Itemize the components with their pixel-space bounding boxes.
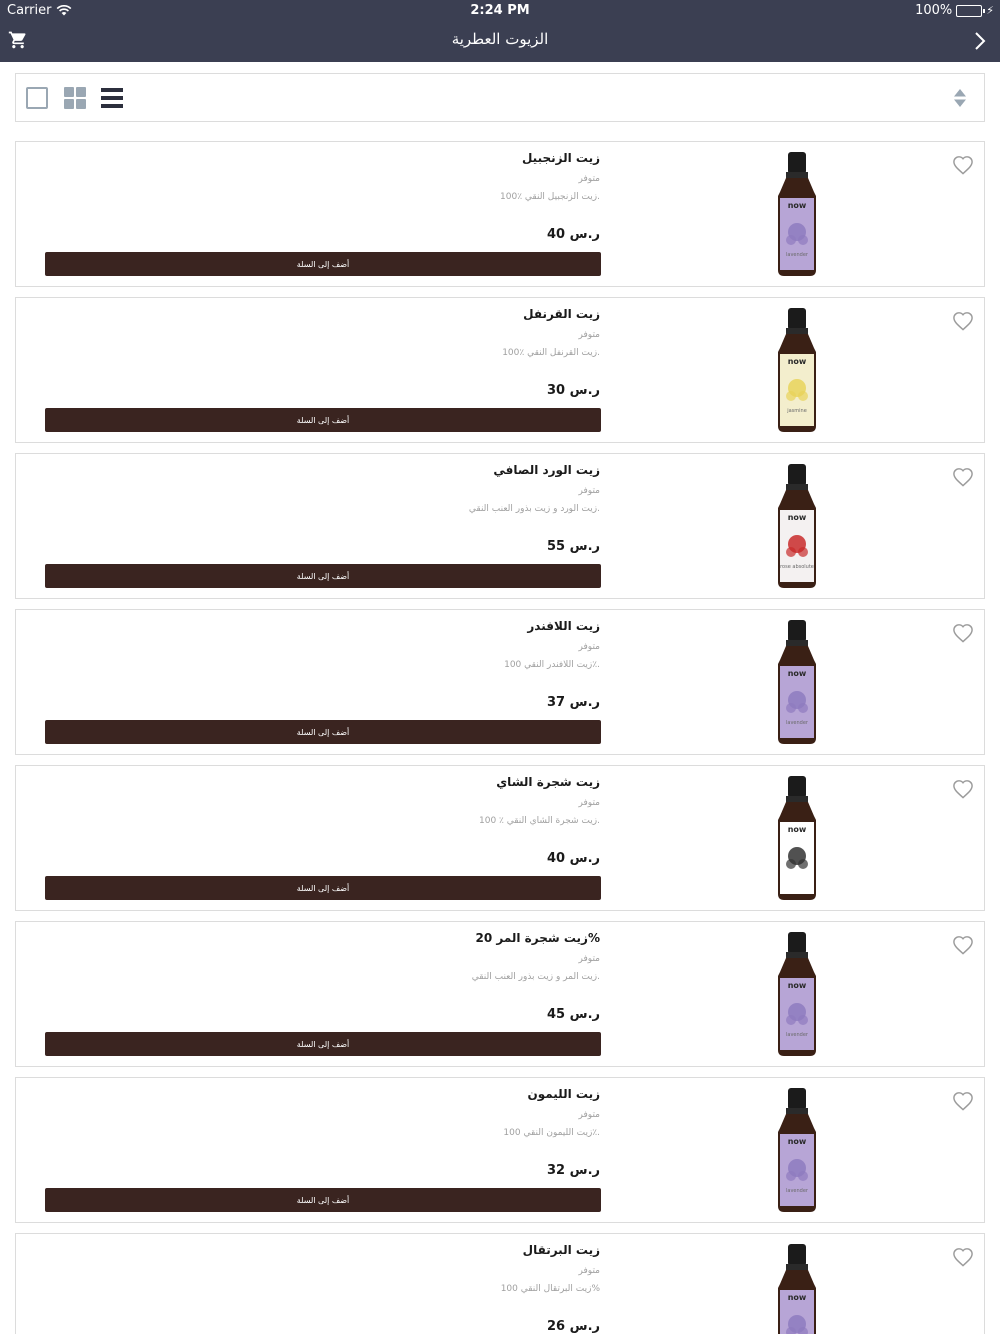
clock: 2:24 PM <box>470 3 530 18</box>
product-price: 40 ر.س <box>547 227 600 242</box>
heart-icon[interactable] <box>952 623 974 643</box>
app-screen: Carrier 2:24 PM 100% ⚡ الزيوت العطرية زي… <box>0 0 1000 1334</box>
single-view-icon[interactable] <box>26 87 48 109</box>
product-price: 32 ر.س <box>547 1163 600 1178</box>
product-card[interactable]: زيت الزنجبيل متوفر 100٪ زيت الزنجبيل النقي… <box>15 141 985 287</box>
stock-status: متوفر <box>578 1110 600 1120</box>
page-title: الزيوت العطرية <box>451 30 549 48</box>
product-card[interactable]: زيت الليمون متوفر زيت الليمون النقي 100٪. 3… <box>15 1077 985 1223</box>
charging-bolt-icon: ⚡ <box>986 4 994 17</box>
product-image[interactable]: now lavender <box>774 152 820 278</box>
battery-percent: 100% <box>915 3 953 18</box>
product-card[interactable]: زيت شجرة المر 20% متوفر زيت المر و زيت بذو… <box>15 921 985 1067</box>
svg-text:now: now <box>788 825 807 834</box>
product-description: 100 ٪ زيت شجرة الشاي النقي. <box>479 816 600 826</box>
add-to-cart-button[interactable]: أضف إلى السلة <box>45 564 601 588</box>
add-to-cart-button[interactable]: أضف إلى السلة <box>45 1032 601 1056</box>
product-card[interactable]: زيت الورد الصافي متوفر زيت الورد و زيت بذو… <box>15 453 985 599</box>
battery-icon <box>956 4 986 17</box>
svg-text:now: now <box>788 981 807 990</box>
product-image[interactable]: now lavender <box>774 620 820 746</box>
product-image[interactable]: now lavender <box>774 932 820 1058</box>
bottle-label-text: lavender <box>786 720 809 726</box>
svg-text:now: now <box>788 669 807 678</box>
product-title[interactable]: زيت اللافندر <box>527 619 600 633</box>
battery: 100% ⚡ <box>915 3 994 18</box>
chevron-right-icon[interactable] <box>973 31 987 51</box>
add-to-cart-button[interactable]: أضف إلى السلة <box>45 408 601 432</box>
heart-icon[interactable] <box>952 467 974 487</box>
product-title[interactable]: زيت القرنفل <box>523 307 600 321</box>
heart-icon[interactable] <box>952 1247 974 1267</box>
product-card[interactable]: زيت البرتقال متوفر زيت البرتقال النقي 100%… <box>15 1233 985 1334</box>
bottle-label-text: lavender <box>786 1032 809 1038</box>
bottle-label-text: lavender <box>786 252 809 258</box>
product-card[interactable]: زيت شجرة الشاي متوفر 100 ٪ زيت شجرة الشاي … <box>15 765 985 911</box>
product-price: 26 ر.س <box>547 1319 600 1334</box>
product-price: 37 ر.س <box>547 695 600 710</box>
product-description: زيت الورد و زيت بذور العنب النقي. <box>468 504 600 514</box>
product-title[interactable]: زيت الليمون <box>527 1087 600 1101</box>
status-bar: Carrier 2:24 PM 100% ⚡ <box>0 0 1000 20</box>
product-description: زيت الليمون النقي 100٪. <box>503 1128 600 1138</box>
svg-text:now: now <box>788 1137 807 1146</box>
sort-icon[interactable] <box>953 88 967 108</box>
add-to-cart-button[interactable]: أضف إلى السلة <box>45 1188 601 1212</box>
stock-status: متوفر <box>578 174 600 184</box>
product-title[interactable]: زيت شجرة الشاي <box>496 775 600 789</box>
view-toolbar <box>15 73 985 122</box>
product-price: 55 ر.س <box>547 539 600 554</box>
product-title[interactable]: زيت شجرة المر 20% <box>475 931 600 945</box>
product-description: زيت البرتقال النقي 100% <box>500 1284 600 1294</box>
product-image[interactable]: nowlavender <box>774 1244 820 1334</box>
product-image[interactable]: now jasmine <box>774 308 820 434</box>
heart-icon[interactable] <box>952 155 974 175</box>
product-price: 30 ر.س <box>547 383 600 398</box>
bottle-label-text: jasmine <box>786 408 807 414</box>
heart-icon[interactable] <box>952 779 974 799</box>
svg-text:now: now <box>788 201 807 210</box>
product-description: زيت اللافندر النقي 100٪. <box>504 660 600 670</box>
product-description: 100٪ زيت الزنجبيل النقي. <box>500 192 600 202</box>
product-title[interactable]: زيت البرتقال <box>523 1243 600 1257</box>
bottle-label-text: lavender <box>786 1188 809 1194</box>
svg-text:now: now <box>788 513 807 522</box>
stock-status: متوفر <box>578 1266 600 1276</box>
product-description: 100٪ زيت القرنفل النقي. <box>502 348 600 358</box>
heart-icon[interactable] <box>952 935 974 955</box>
product-price: 45 ر.س <box>547 1007 600 1022</box>
heart-icon[interactable] <box>952 1091 974 1111</box>
product-image[interactable]: now rose absolute <box>774 464 820 590</box>
stock-status: متوفر <box>578 330 600 340</box>
product-card[interactable]: زيت اللافندر متوفر زيت اللافندر النقي 100٪… <box>15 609 985 755</box>
svg-text:now: now <box>788 357 807 366</box>
product-title[interactable]: زيت الورد الصافي <box>493 463 600 477</box>
product-title[interactable]: زيت الزنجبيل <box>522 151 600 165</box>
product-card[interactable]: زيت القرنفل متوفر 100٪ زيت القرنفل النقي. 3… <box>15 297 985 443</box>
add-to-cart-button[interactable]: أضف إلى السلة <box>45 720 601 744</box>
stock-status: متوفر <box>578 642 600 652</box>
stock-status: متوفر <box>578 954 600 964</box>
product-image[interactable]: now lavender <box>774 1088 820 1214</box>
product-image[interactable]: now <box>774 776 820 902</box>
grid-view-icon[interactable] <box>64 87 86 109</box>
svg-text:now: now <box>788 1293 807 1302</box>
stock-status: متوفر <box>578 486 600 496</box>
stock-status: متوفر <box>578 798 600 808</box>
bottle-label-text: rose absolute <box>780 564 814 570</box>
list-view-icon[interactable] <box>101 88 123 108</box>
product-price: 40 ر.س <box>547 851 600 866</box>
header: Carrier 2:24 PM 100% ⚡ الزيوت العطرية <box>0 0 1000 62</box>
add-to-cart-button[interactable]: أضف إلى السلة <box>45 252 601 276</box>
add-to-cart-button[interactable]: أضف إلى السلة <box>45 876 601 900</box>
product-description: زيت المر و زيت بذور العنب النقي. <box>471 972 600 982</box>
heart-icon[interactable] <box>952 311 974 331</box>
